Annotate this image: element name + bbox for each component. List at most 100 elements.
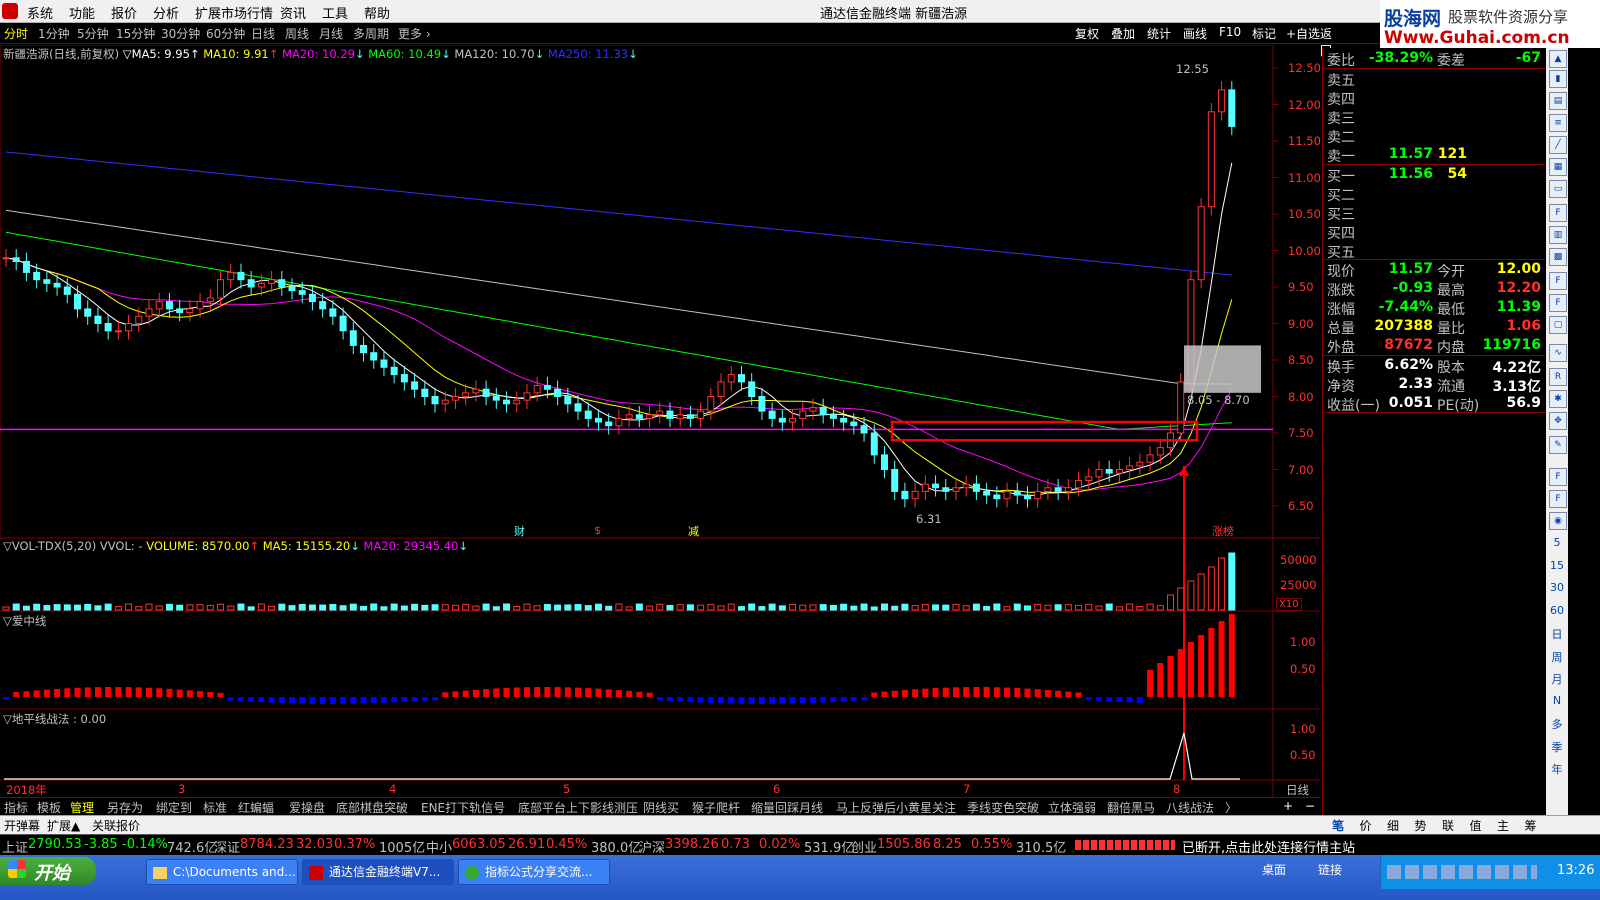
f3-icon[interactable]: F xyxy=(1549,294,1567,312)
panel-tab-button[interactable]: 值 xyxy=(1470,817,1482,834)
menu-help[interactable]: 帮助 xyxy=(364,3,390,22)
tool-period-button[interactable]: 5 xyxy=(1548,536,1566,549)
indicator-tab[interactable]: 底部平台上下影线测压 xyxy=(518,799,638,816)
period-tab[interactable]: 月线 xyxy=(319,25,343,42)
table-icon[interactable]: ▦ xyxy=(1549,158,1567,176)
trend-icon[interactable]: ╱ xyxy=(1549,136,1567,154)
panel-tab-button[interactable]: 笔 xyxy=(1332,817,1344,834)
taskbar-item-tdx[interactable]: 通达信金融终端V7... xyxy=(302,859,454,885)
index-name[interactable]: 中小 xyxy=(426,837,452,856)
menu-function[interactable]: 功能 xyxy=(69,3,95,22)
period-tab[interactable]: 日线 xyxy=(251,25,275,42)
panel-tab-button[interactable]: 筹 xyxy=(1525,817,1537,834)
panel-tab-button[interactable]: 主 xyxy=(1497,817,1509,834)
tool-period-button[interactable]: 季 xyxy=(1548,739,1566,755)
tool-period-button[interactable]: N xyxy=(1548,694,1566,707)
kline-icon[interactable]: ▮ xyxy=(1549,70,1567,88)
period-tab[interactable]: 60分钟 xyxy=(206,25,245,42)
tool-period-button[interactable]: 月 xyxy=(1548,671,1566,687)
connection-status[interactable]: 已断开,点击此处连接行情主站 xyxy=(1182,837,1355,856)
eye-icon[interactable]: ◉ xyxy=(1549,512,1567,530)
indicator-tab[interactable]: 标准 xyxy=(203,799,227,816)
linked-quote-button[interactable]: 关联报价 xyxy=(92,817,140,834)
stats-button[interactable]: 统计 xyxy=(1147,25,1171,42)
period-tab[interactable]: 5分钟 xyxy=(77,25,109,42)
indicator-tab[interactable]: ENE打下轨信号 xyxy=(421,799,505,816)
indicator-tab[interactable]: 缩量回踩月线 xyxy=(751,799,823,816)
f10-button[interactable]: F10 xyxy=(1219,25,1241,39)
grid-icon[interactable]: ▩ xyxy=(1549,248,1567,266)
fuquan-button[interactable]: 复权 xyxy=(1075,25,1099,42)
indicator-tab[interactable]: 模板 xyxy=(37,799,61,816)
menu-tools[interactable]: 工具 xyxy=(322,3,348,22)
period-tab[interactable]: 分时 xyxy=(4,25,28,42)
extend-toggle[interactable]: 扩展▲ xyxy=(47,817,80,834)
indicator-tab[interactable]: 管理 xyxy=(70,799,94,816)
menu-extended-market[interactable]: 扩展市场行情 xyxy=(195,3,273,22)
doc-icon[interactable]: ▭ xyxy=(1549,180,1567,198)
kline-chart[interactable]: 新疆浩源(日线,前复权) ▽MA5: 9.95↑ MA10: 9.91↑ MA2… xyxy=(0,45,1321,815)
start-button[interactable]: 开始 xyxy=(0,857,96,885)
window-icon[interactable]: ▢ xyxy=(1549,316,1567,334)
desktop-toolbar[interactable]: 桌面 xyxy=(1262,861,1286,878)
panel-tab-button[interactable]: 细 xyxy=(1387,817,1399,834)
indicator-tab[interactable]: 爱操盘 xyxy=(289,799,325,816)
book-icon[interactable]: ▥ xyxy=(1549,226,1567,244)
index-name[interactable]: 沪深 xyxy=(639,837,665,856)
index-name[interactable]: 深证 xyxy=(214,837,240,856)
panel-tab-button[interactable]: 价 xyxy=(1360,817,1372,834)
indicator-tab[interactable]: 〉 xyxy=(1225,799,1237,816)
indicator-tab[interactable]: 红蝙蝠 xyxy=(238,799,274,816)
tool-period-button[interactable]: 年 xyxy=(1548,761,1566,777)
period-tab[interactable]: 多周期 xyxy=(353,25,389,42)
indicator-tab[interactable]: 翻倍黑马 xyxy=(1107,799,1155,816)
taskbar-item-browser[interactable]: 指标公式分享交流... xyxy=(458,859,610,885)
f2-icon[interactable]: F xyxy=(1549,272,1567,290)
indicator-tab[interactable]: 另存为 xyxy=(107,799,143,816)
panel-tab-button[interactable]: 势 xyxy=(1415,817,1427,834)
f10-icon[interactable]: F xyxy=(1549,204,1567,222)
pen-icon[interactable]: ✎ xyxy=(1549,436,1567,454)
index-name[interactable]: 创业 xyxy=(851,837,877,856)
indicator-tab[interactable]: 立体强弱 xyxy=(1048,799,1096,816)
list-icon[interactable]: ≡ xyxy=(1549,114,1567,132)
tool-period-button[interactable]: 日 xyxy=(1548,626,1566,642)
wave-icon[interactable]: ∿ xyxy=(1549,344,1567,362)
f5-icon[interactable]: F xyxy=(1549,468,1567,486)
indicator-tab[interactable]: 马上反弹后小黄星关注 xyxy=(836,799,956,816)
menu-analysis[interactable]: 分析 xyxy=(153,3,179,22)
links-toolbar[interactable]: 链接 xyxy=(1318,861,1342,878)
event-mark[interactable]: 财 xyxy=(514,523,525,539)
add-tab-icon[interactable]: + xyxy=(1283,799,1293,813)
menu-news[interactable]: 资讯 xyxy=(280,3,306,22)
move-icon[interactable]: ✥ xyxy=(1549,412,1567,430)
panel-tab-button[interactable]: 联 xyxy=(1442,817,1454,834)
f6-icon[interactable]: F xyxy=(1549,490,1567,508)
indicator-tab[interactable]: 指标 xyxy=(4,799,28,816)
period-tab[interactable]: 1分钟 xyxy=(38,25,70,42)
indicator-tab[interactable]: 八线战法 xyxy=(1166,799,1214,816)
tool-period-button[interactable]: 周 xyxy=(1548,649,1566,665)
tool-period-button[interactable]: 60 xyxy=(1548,604,1566,617)
index-name[interactable]: 上证 xyxy=(2,837,28,856)
gear-icon[interactable]: ✱ xyxy=(1549,390,1567,408)
event-mark[interactable]: 减 xyxy=(688,523,699,539)
period-tab[interactable]: 周线 xyxy=(285,25,309,42)
draw-line-button[interactable]: 画线 xyxy=(1183,25,1207,42)
indicator-tab[interactable]: 阴线买 xyxy=(643,799,679,816)
mark-button[interactable]: 标记 xyxy=(1252,25,1276,42)
event-mark[interactable]: 涨榜 xyxy=(1212,523,1234,539)
taskbar-item-explorer[interactable]: C:\Documents and... xyxy=(146,859,298,885)
overlay-button[interactable]: 叠加 xyxy=(1111,25,1135,42)
minus-tab-icon[interactable]: − xyxy=(1305,799,1315,813)
period-tab[interactable]: 30分钟 xyxy=(161,25,200,42)
tool-period-button[interactable]: 15 xyxy=(1548,559,1566,572)
danmaku-toggle[interactable]: 开弹幕 xyxy=(4,817,40,834)
chart-icon[interactable]: ▤ xyxy=(1549,92,1567,110)
tray-icons[interactable] xyxy=(1387,865,1537,879)
indicator-tab[interactable]: 绑定到 xyxy=(156,799,192,816)
period-tab[interactable]: 15分钟 xyxy=(116,25,155,42)
period-tab-more[interactable]: 更多 › xyxy=(398,25,431,42)
indicator-tab[interactable]: 底部棋盘突破 xyxy=(336,799,408,816)
tool-period-button[interactable]: 多 xyxy=(1548,716,1566,732)
